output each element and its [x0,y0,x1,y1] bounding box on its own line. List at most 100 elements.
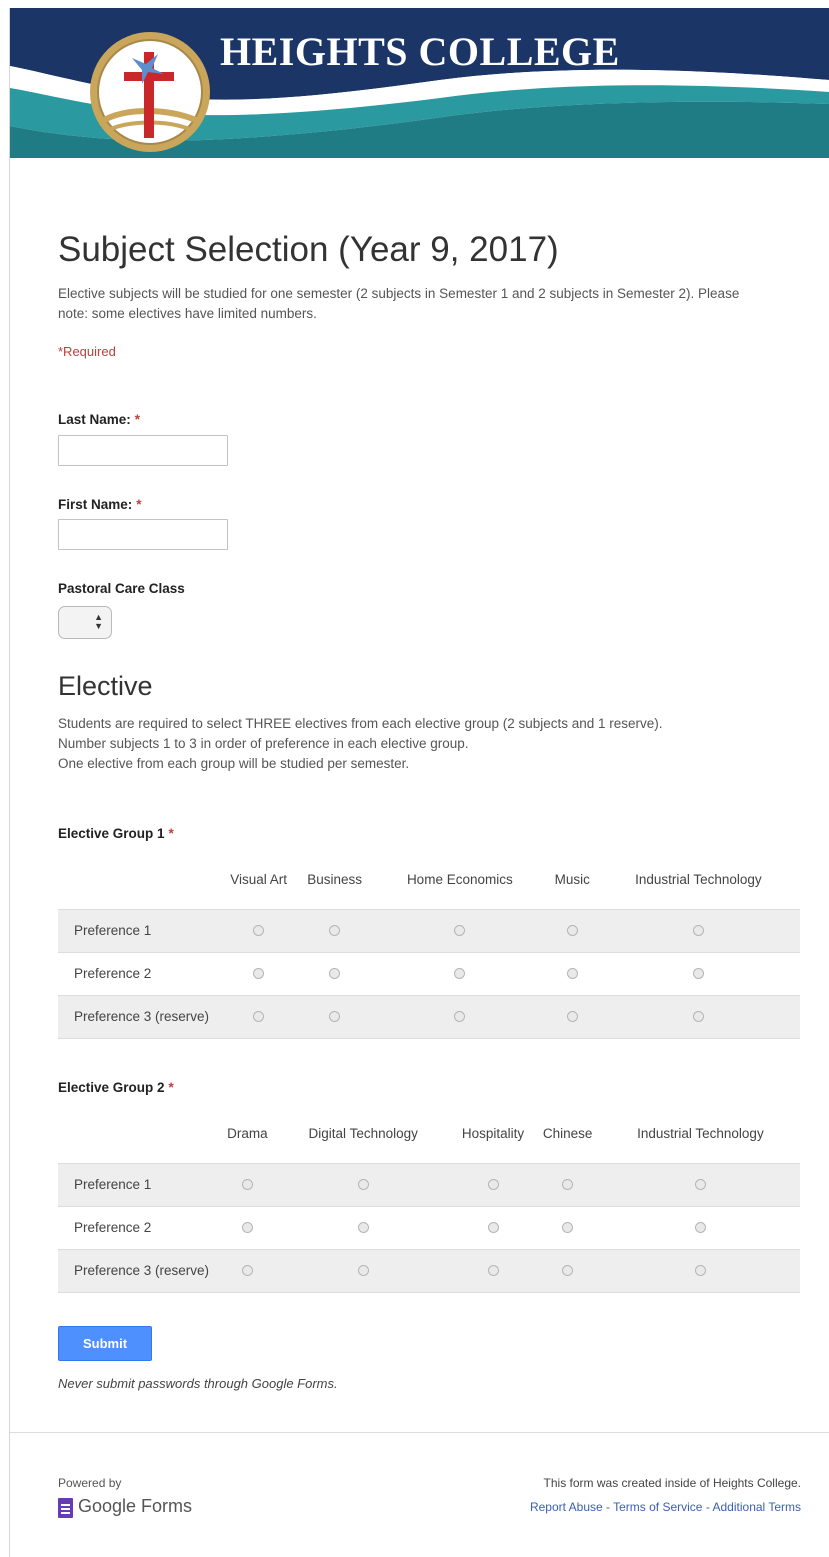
grid-row-label: Preference 3 (reserve) [58,1249,220,1293]
powered-by-label: Powered by [58,1476,122,1490]
elective-group-1-label: Elective Group 1 * [58,826,174,841]
report-abuse-link[interactable]: Report Abuse [530,1500,603,1514]
grid-corner [58,851,220,910]
elective-desc-line: One elective from each group will be stu… [58,756,410,771]
grid-column-header: Hospitality [461,1126,525,1141]
first-name-label: First Name: * [58,497,142,512]
grid-column-header: Home Economics [406,872,513,887]
radio-button[interactable] [357,1221,369,1233]
radio-button[interactable] [253,967,265,979]
required-star: * [136,497,142,512]
radio-button[interactable] [562,1178,574,1190]
footer-divider [10,1432,829,1433]
elective-group-2-label: Elective Group 2 * [58,1080,174,1095]
google-forms-icon [58,1498,73,1518]
last-name-input[interactable] [58,435,228,466]
banner-title: HEIGHTS COLLEGE [220,29,620,74]
elective-group-2-label-text: Elective Group 2 [58,1080,165,1095]
grid-column-header: Drama [227,1126,268,1141]
required-note: *Required [58,344,116,359]
radio-button[interactable] [694,1221,706,1233]
table-row: Preference 3 (reserve) [58,995,800,1039]
radio-button[interactable] [692,1010,704,1022]
elective-desc-line: Number subjects 1 to 3 in order of prefe… [58,736,469,751]
grid-row-label: Preference 2 [58,1206,220,1250]
radio-button[interactable] [329,924,341,936]
grid-column-header: Digital Technology [308,1126,418,1141]
radio-button[interactable] [241,1178,253,1190]
last-name-label-text: Last Name: [58,412,131,427]
first-name-label-text: First Name: [58,497,133,512]
pastoral-care-select[interactable]: ▲ ▼ [58,606,112,639]
radio-button[interactable] [241,1264,253,1276]
link-separator: - [602,1500,614,1514]
first-name-input[interactable] [58,519,228,550]
radio-button[interactable] [253,924,265,936]
radio-button[interactable] [566,1010,578,1022]
radio-button[interactable] [566,924,578,936]
pastoral-care-label: Pastoral Care Class [58,581,185,596]
table-row: Preference 1 [58,909,800,953]
required-star: * [168,1080,174,1095]
radio-button[interactable] [454,1010,466,1022]
select-arrows-icon: ▲ ▼ [94,612,103,631]
radio-button[interactable] [562,1221,574,1233]
radio-button[interactable] [694,1178,706,1190]
additional-terms-link[interactable]: Additional Terms [713,1500,802,1514]
radio-button[interactable] [253,1010,265,1022]
radio-button[interactable] [562,1264,574,1276]
password-warning: Never submit passwords through Google Fo… [58,1376,338,1391]
radio-button[interactable] [329,967,341,979]
grid-column-header: Business [307,872,362,887]
elective-description: Students are required to select THREE el… [58,714,778,774]
grid-column-header: Visual Art [230,872,288,887]
elective-group-2-grid: Drama Digital Technology Hospitality Chi… [58,1105,800,1293]
table-row: Preference 2 [58,952,800,996]
google-forms-text: Google Forms [78,1496,193,1516]
radio-button[interactable] [329,1010,341,1022]
grid-header-row: Drama Digital Technology Hospitality Chi… [58,1105,800,1164]
table-row: Preference 1 [58,1163,800,1207]
grid-row-label: Preference 3 (reserve) [58,995,220,1039]
radio-button[interactable] [454,924,466,936]
radio-button[interactable] [487,1221,499,1233]
radio-button[interactable] [357,1264,369,1276]
radio-button[interactable] [357,1178,369,1190]
grid-column-header: Industrial Technology [635,872,762,887]
radio-button[interactable] [487,1264,499,1276]
grid-column-header: Chinese [542,1126,593,1141]
radio-button[interactable] [487,1178,499,1190]
link-separator: - [702,1500,713,1514]
header-banner: HEIGHTS COLLEGE [10,8,829,158]
radio-button[interactable] [694,1264,706,1276]
grid-header-row: Visual Art Business Home Economics Music… [58,851,800,910]
required-star: * [134,412,141,427]
radio-button[interactable] [454,967,466,979]
form-description: Elective subjects will be studied for on… [58,286,740,321]
grid-row-label: Preference 1 [58,1163,220,1207]
elective-group-1-label-text: Elective Group 1 [58,826,165,841]
cross-logo-icon [86,28,214,156]
grid-column-header: Industrial Technology [637,1126,764,1141]
form-page: HEIGHTS COLLEGE Subject Selection (Year … [9,8,829,1557]
radio-button[interactable] [692,967,704,979]
grid-column-header: Music [554,872,590,887]
table-row: Preference 3 (reserve) [58,1249,800,1293]
radio-button[interactable] [241,1221,253,1233]
radio-button[interactable] [566,967,578,979]
submit-button[interactable]: Submit [58,1326,152,1361]
created-inside-note: This form was created inside of Heights … [543,1476,801,1490]
elective-group-1-grid: Visual Art Business Home Economics Music… [58,851,800,1039]
table-row: Preference 2 [58,1206,800,1250]
elective-desc-line: Students are required to select THREE el… [58,716,663,731]
terms-of-service-link[interactable]: Terms of Service [613,1500,702,1514]
required-star: * [168,826,174,841]
grid-row-label: Preference 1 [58,909,220,953]
elective-section-title: Elective [58,671,153,701]
grid-row-label: Preference 2 [58,952,220,996]
last-name-label: Last Name: * [58,412,140,427]
grid-corner [58,1105,220,1164]
page-title: Subject Selection (Year 9, 2017) [58,230,559,269]
footer-links: Report Abuse - Terms of Service - Additi… [530,1500,801,1514]
radio-button[interactable] [692,924,704,936]
